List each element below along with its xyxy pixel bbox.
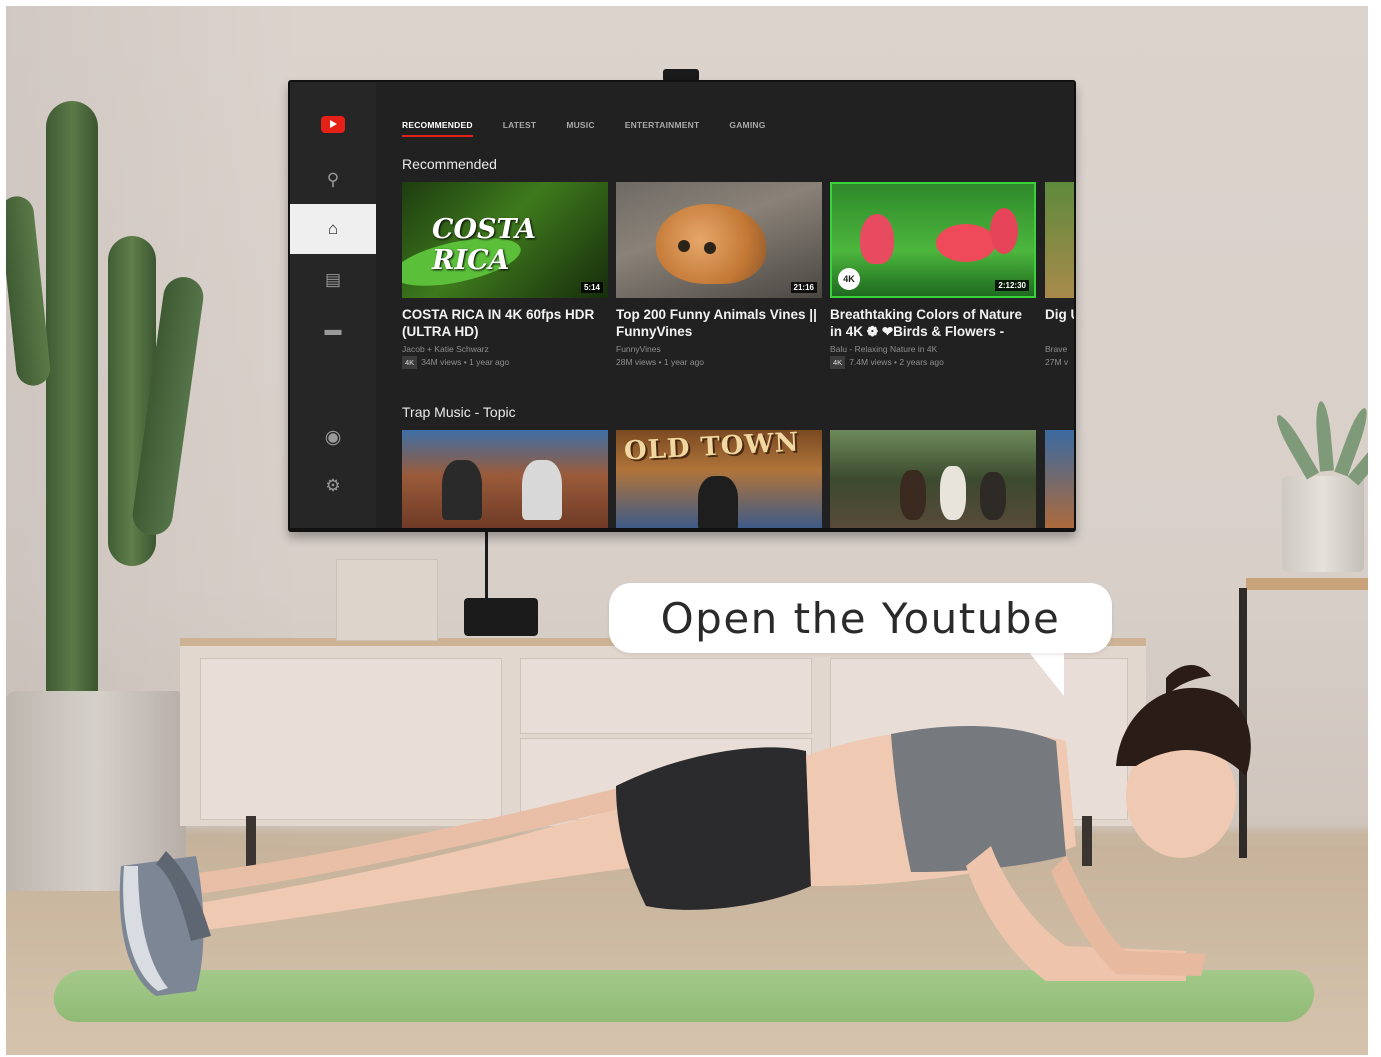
voice-command-text: Open the Youtube [660, 593, 1061, 643]
plant-leaf [1271, 411, 1320, 480]
video-duration: 5:14 [580, 282, 603, 293]
cabinet-leg [1082, 816, 1092, 866]
yoga-mat [51, 970, 1317, 1022]
video-thumbnail [402, 430, 608, 528]
row-title-trap-music: Trap Music - Topic [402, 404, 516, 420]
side-table-leg [1239, 588, 1247, 858]
video-thumbnail: 4K 2:12:30 [830, 182, 1036, 298]
video-thumbnail [1045, 430, 1074, 528]
video-title: COSTA RICA IN 4K 60fps HDR (ULTRA HD) [402, 307, 595, 339]
video-title: Breathtaking Colors of Nature in 4K ❁ ❤B… [830, 307, 1023, 339]
wooden-floor [6, 846, 1368, 1055]
speech-bubble: Open the Youtube [609, 583, 1112, 653]
cabinet-drawer [520, 738, 812, 820]
side-table [1246, 578, 1368, 590]
video-card[interactable]: 21:16 Top 200 Funny Animals Vines || Fun… [616, 182, 822, 369]
video-channel: Brave [1045, 344, 1068, 354]
account-icon[interactable]: ◉ [290, 425, 376, 449]
video-card-partial[interactable]: Dig Und Brave 27M v [1045, 182, 1074, 369]
video-channel: Balu - Relaxing Nature in 4K [830, 344, 938, 354]
subscriptions-icon[interactable]: ▤ [290, 268, 376, 292]
video-card[interactable]: COSTA RICA 5:14 COSTA RICA IN 4K 60fps H… [402, 182, 608, 369]
video-card[interactable]: OLD TOWN [616, 430, 822, 528]
video-stats: 27M v [1045, 357, 1069, 367]
plant-pot [1282, 476, 1364, 572]
sideboard-cabinet [180, 638, 1146, 826]
storage-box [336, 559, 438, 641]
tab-recommended[interactable]: RECOMMENDED [402, 120, 473, 137]
video-channel: FunnyVines [616, 344, 661, 354]
video-stats: 34M views • 1 year ago [421, 357, 510, 367]
thumbnail-text: OLD TOWN [623, 430, 801, 467]
cabinet-door [830, 658, 1128, 820]
thumbnail-text: COSTA RICA [432, 214, 537, 276]
settings-icon[interactable]: ⚙ [290, 474, 376, 498]
row-title-recommended: Recommended [402, 156, 497, 172]
video-thumbnail [1045, 182, 1074, 298]
video-thumbnail: COSTA RICA 5:14 [402, 182, 608, 298]
cabinet-drawer [520, 658, 812, 734]
video-stats: 28M views • 1 year ago [616, 357, 705, 367]
tab-entertainment[interactable]: ENTERTAINMENT [625, 120, 700, 137]
video-card[interactable] [402, 430, 608, 528]
cactus [46, 101, 98, 721]
youtube-logo-icon [321, 116, 345, 133]
4k-badge: 4K [830, 356, 846, 369]
video-stats: 7.4M views • 2 years ago [849, 357, 944, 367]
video-thumbnail: 21:16 [616, 182, 822, 298]
search-icon[interactable]: ⚲ [290, 168, 376, 192]
video-thumbnail [830, 430, 1036, 528]
4k-badge: 4K [402, 356, 418, 369]
speech-bubble-tail [1024, 646, 1064, 696]
video-card-partial[interactable] [1045, 430, 1074, 528]
tab-gaming[interactable]: GAMING [729, 120, 765, 137]
plant-leaf [1313, 400, 1334, 472]
living-room-scene: ⚲ ⌂ ▤ ▬ ◉ ⚙ RECOMMENDED LATEST MUSIC ENT… [6, 6, 1368, 1055]
tv-cable [485, 530, 488, 600]
video-card[interactable] [830, 430, 1036, 528]
tab-latest[interactable]: LATEST [503, 120, 537, 137]
library-icon[interactable]: ▬ [290, 318, 376, 342]
television: ⚲ ⌂ ▤ ▬ ◉ ⚙ RECOMMENDED LATEST MUSIC ENT… [288, 80, 1076, 532]
youtube-sidebar: ⚲ ⌂ ▤ ▬ ◉ ⚙ [290, 82, 376, 528]
planter [6, 691, 186, 891]
video-channel: Jacob + Katie Schwarz [402, 344, 489, 354]
video-title: Dig Und [1045, 307, 1074, 322]
video-title: Top 200 Funny Animals Vines || FunnyVine… [616, 307, 817, 339]
video-duration: 21:16 [790, 282, 817, 293]
cabinet-leg [246, 816, 256, 866]
4k-logo: 4K [838, 268, 860, 290]
youtube-tv-screen: ⚲ ⌂ ▤ ▬ ◉ ⚙ RECOMMENDED LATEST MUSIC ENT… [290, 82, 1074, 528]
cabinet-door [200, 658, 502, 820]
tv-box-device [464, 598, 538, 636]
video-duration: 2:12:30 [995, 280, 1029, 291]
video-thumbnail: OLD TOWN [616, 430, 822, 528]
tab-bar: RECOMMENDED LATEST MUSIC ENTERTAINMENT G… [402, 120, 796, 137]
video-card[interactable]: 4K 2:12:30 Breathtaking Colors of Nature… [830, 182, 1036, 369]
home-icon[interactable]: ⌂ [290, 204, 376, 254]
tab-music[interactable]: MUSIC [566, 120, 594, 137]
